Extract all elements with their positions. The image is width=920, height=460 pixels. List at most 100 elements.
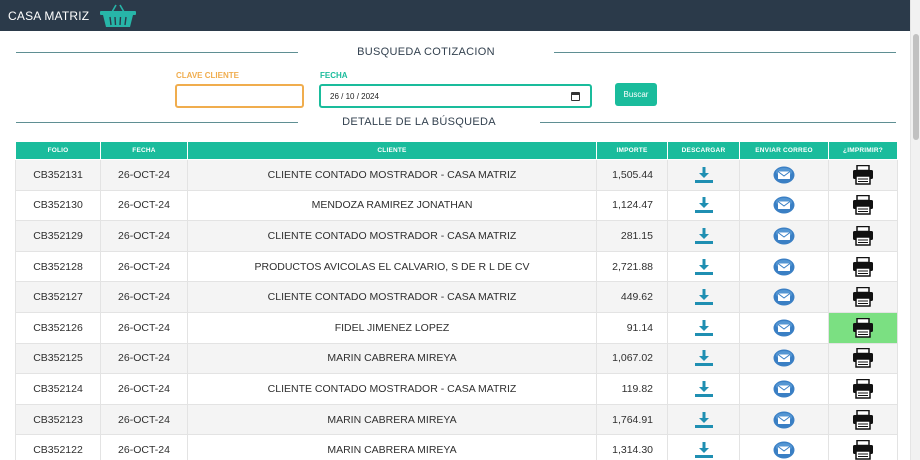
download-cell (667, 403, 740, 436)
printer-icon[interactable] (852, 348, 874, 369)
download-icon[interactable] (694, 227, 714, 245)
download-cell (667, 342, 740, 375)
download-icon[interactable] (694, 349, 714, 367)
folio-cell: CB352124 (15, 373, 101, 405)
page-scrollbar[interactable] (910, 0, 920, 460)
folio-cell: CB352129 (15, 220, 101, 252)
printer-icon[interactable] (852, 409, 874, 430)
table-row: CB352129 26-OCT-24 CLIENTE CONTADO MOSTRAD… (15, 220, 898, 252)
importe-cell: 2,721.88 (596, 250, 668, 283)
folio-cell: CB352128 (15, 250, 101, 283)
divider (540, 121, 896, 123)
search-section-header: BUSQUEDA COTIZACION (16, 43, 896, 61)
fecha-cell: 26-OCT-24 (100, 373, 188, 405)
fecha-cell: 26-OCT-24 (100, 403, 188, 436)
email-icon[interactable] (773, 319, 795, 337)
print-cell (828, 373, 898, 405)
download-icon[interactable] (694, 288, 714, 306)
printer-icon[interactable] (852, 164, 874, 185)
download-icon[interactable] (694, 441, 714, 459)
divider (554, 51, 896, 53)
email-icon[interactable] (773, 441, 795, 459)
email-cell (739, 311, 829, 344)
print-cell (828, 250, 898, 283)
folio-cell: CB352125 (15, 342, 101, 375)
email-cell (739, 434, 829, 460)
download-icon[interactable] (694, 380, 714, 398)
email-icon[interactable] (773, 349, 795, 367)
download-icon[interactable] (694, 258, 714, 276)
table-row: CB352126 26-OCT-24 FIDEL JIMENEZ LOPEZ 91.1… (15, 311, 898, 344)
fecha-value: 26 / 10 / 2024 (330, 91, 379, 101)
printer-icon[interactable] (852, 440, 874, 460)
folio-cell: CB352126 (15, 311, 101, 344)
download-cell (667, 434, 740, 460)
table-row: CB352123 26-OCT-24 MARIN CABRERA MIREYA 1,7… (15, 403, 898, 436)
download-icon[interactable] (694, 411, 714, 429)
print-cell (828, 403, 898, 436)
navbar: CASA MATRIZ (0, 0, 910, 31)
cliente-cell: CLIENTE CONTADO MOSTRADOR - CASA MATRIZ (187, 220, 597, 252)
importe-cell: 1,314.30 (596, 434, 668, 460)
email-cell (739, 281, 829, 313)
download-icon[interactable] (694, 196, 714, 214)
print-cell (828, 220, 898, 252)
email-icon[interactable] (773, 258, 795, 276)
buscar-button[interactable]: Buscar (615, 83, 657, 106)
printer-icon[interactable] (852, 225, 874, 246)
download-cell (667, 220, 740, 252)
column-header-fecha: FECHA (100, 141, 188, 160)
table-row: CB352125 26-OCT-24 MARIN CABRERA MIREYA 1,0… (15, 342, 898, 375)
printer-icon[interactable] (852, 378, 874, 399)
table-row: CB352124 26-OCT-24 CLIENTE CONTADO MOSTRAD… (15, 373, 898, 405)
table-row: CB352128 26-OCT-24 PRODUCTOS AVICOLAS EL C… (15, 250, 898, 283)
printer-icon[interactable] (852, 287, 874, 307)
email-icon[interactable] (773, 288, 795, 306)
importe-cell: 281.15 (596, 220, 668, 252)
email-icon[interactable] (773, 166, 795, 184)
print-cell (828, 189, 898, 222)
fecha-cell: 26-OCT-24 (100, 220, 188, 252)
calendar-icon[interactable] (571, 92, 580, 101)
search-section-title: BUSQUEDA COTIZACION (357, 46, 495, 58)
email-icon[interactable] (773, 196, 795, 214)
folio-cell: CB352130 (15, 189, 101, 222)
column-header-folio: FOLIO (15, 141, 101, 160)
fecha-cell: 26-OCT-24 (100, 281, 188, 313)
email-icon[interactable] (773, 380, 795, 398)
cliente-cell: PRODUCTOS AVICOLAS EL CALVARIO, S DE R L… (187, 250, 597, 283)
importe-cell: 91.14 (596, 311, 668, 344)
app-title[interactable]: CASA MATRIZ (8, 9, 89, 23)
fecha-date-input[interactable]: 26 / 10 / 2024 (319, 84, 592, 108)
table-header-row: FOLIO FECHA CLIENTE IMPORTE DESCARGAR EN… (15, 141, 898, 160)
clave-cliente-input[interactable] (175, 84, 304, 108)
scrollbar-thumb[interactable] (913, 34, 919, 140)
page: CASA MATRIZ BUSQUEDA COTIZACION CLAVE CL… (0, 0, 920, 460)
cliente-cell: CLIENTE CONTADO MOSTRADOR - CASA MATRIZ (187, 373, 597, 405)
fecha-label: FECHA (320, 71, 348, 80)
email-cell (739, 220, 829, 252)
email-icon[interactable] (773, 411, 795, 429)
email-icon[interactable] (773, 227, 795, 245)
print-cell (828, 342, 898, 375)
fecha-cell: 26-OCT-24 (100, 250, 188, 283)
column-header-importe: IMPORTE (596, 141, 668, 160)
print-cell (828, 159, 898, 191)
folio-cell: CB352127 (15, 281, 101, 313)
printer-icon[interactable] (852, 195, 874, 216)
printer-icon[interactable] (852, 317, 874, 338)
printer-icon[interactable] (852, 256, 874, 277)
results-section-title: DETALLE DE LA BÚSQUEDA (342, 116, 496, 128)
importe-cell: 1,764.91 (596, 403, 668, 436)
email-cell (739, 403, 829, 436)
table-row: CB352130 26-OCT-24 MENDOZA RAMIREZ JONATHA… (15, 189, 898, 222)
folio-cell: CB352123 (15, 403, 101, 436)
column-header-descargar: DESCARGAR (667, 141, 740, 160)
divider (16, 51, 298, 53)
download-cell (667, 189, 740, 222)
print-cell (828, 311, 898, 344)
column-header-imprimir: ¿IMPRIMIR? (828, 141, 898, 160)
download-icon[interactable] (694, 166, 714, 184)
print-cell (828, 281, 898, 313)
download-icon[interactable] (694, 319, 714, 337)
